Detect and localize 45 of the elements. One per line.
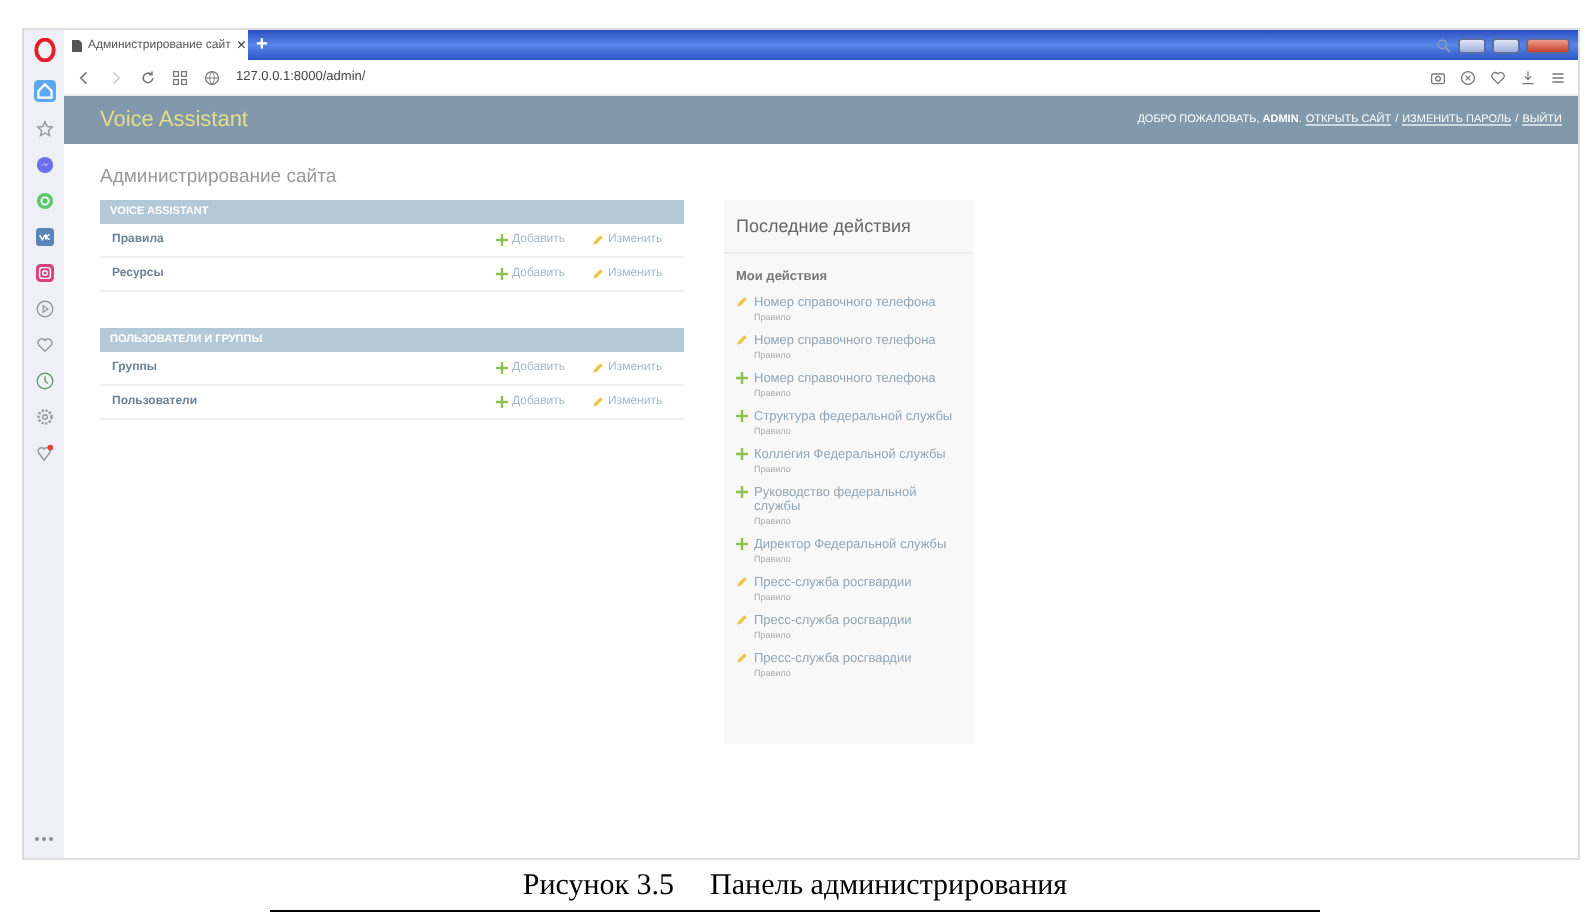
reload-icon[interactable] bbox=[140, 69, 156, 85]
close-window-button[interactable] bbox=[1526, 37, 1570, 53]
settings-icon[interactable] bbox=[35, 408, 53, 426]
page-icon bbox=[72, 39, 82, 51]
pencil-icon bbox=[592, 362, 604, 374]
heart-icon[interactable] bbox=[1490, 69, 1506, 85]
site-brand[interactable]: Voice Assistant bbox=[100, 108, 248, 132]
new-tab-button[interactable]: + bbox=[248, 30, 276, 60]
clock-icon[interactable] bbox=[35, 372, 53, 390]
figure-number: Рисунок 3.5 bbox=[522, 870, 675, 904]
star-icon[interactable] bbox=[35, 120, 53, 138]
plus-icon bbox=[736, 372, 748, 384]
home-icon[interactable] bbox=[33, 80, 55, 102]
menu-icon[interactable] bbox=[1550, 69, 1566, 85]
pencil-icon bbox=[736, 576, 748, 588]
pencil-icon bbox=[736, 652, 748, 664]
plus-icon bbox=[496, 362, 508, 374]
minimize-button[interactable] bbox=[1458, 37, 1486, 53]
more-icon[interactable] bbox=[34, 836, 54, 842]
panel-title: Последние действия bbox=[724, 200, 974, 254]
globe-icon[interactable] bbox=[204, 69, 220, 85]
heart-pin-icon[interactable] bbox=[35, 444, 53, 462]
pencil-icon bbox=[736, 334, 748, 346]
pencil-icon bbox=[736, 614, 748, 626]
download-icon[interactable] bbox=[1520, 69, 1536, 85]
plus-icon bbox=[736, 410, 748, 422]
play-icon[interactable] bbox=[35, 300, 53, 318]
plus-icon bbox=[496, 268, 508, 280]
grid-icon[interactable] bbox=[172, 69, 188, 85]
close-tab-button[interactable]: × bbox=[236, 36, 246, 54]
back-icon[interactable] bbox=[76, 69, 92, 85]
pencil-icon bbox=[736, 296, 748, 308]
heart-icon[interactable] bbox=[35, 336, 53, 354]
plus-icon bbox=[496, 234, 508, 246]
plus-icon bbox=[736, 486, 748, 498]
plus-icon bbox=[736, 448, 748, 460]
pencil-icon bbox=[592, 234, 604, 246]
plus-icon bbox=[736, 538, 748, 550]
camera-icon[interactable] bbox=[1430, 69, 1446, 85]
figure-caption: Панель администрирования bbox=[710, 870, 1068, 904]
plus-icon bbox=[496, 396, 508, 408]
page-title: Администрирование сайта bbox=[98, 164, 339, 188]
pencil-icon bbox=[592, 396, 604, 408]
maximize-button[interactable] bbox=[1492, 37, 1520, 53]
pencil-icon bbox=[592, 268, 604, 280]
